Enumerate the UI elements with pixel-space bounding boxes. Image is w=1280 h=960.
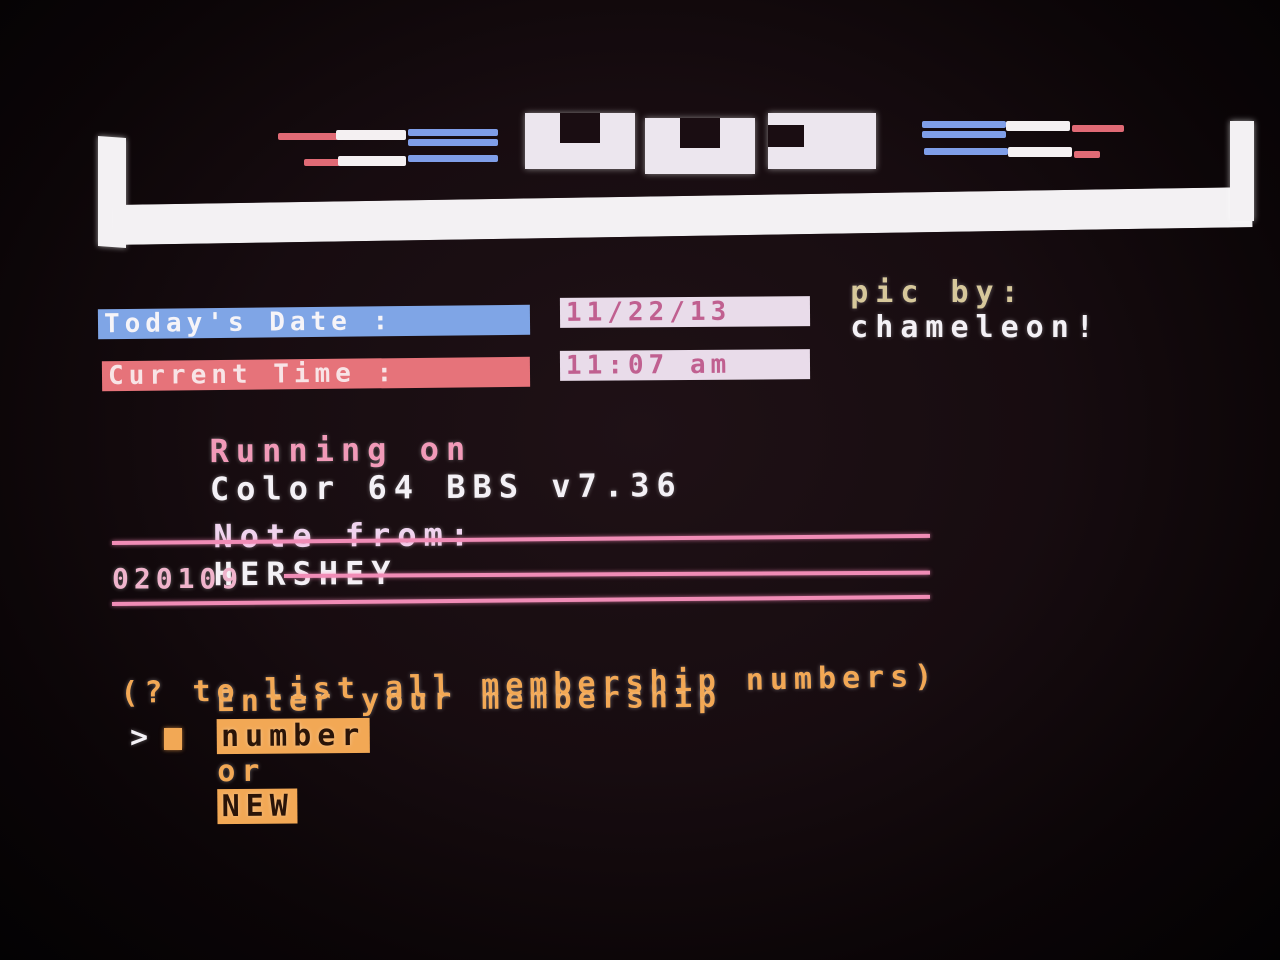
prompt-caret: >	[130, 720, 155, 755]
banner-stripe-left-bottom-blue	[408, 155, 498, 162]
banner-stripe-left-top-blue	[408, 129, 498, 136]
date-value-box: 11/22/13	[559, 296, 811, 328]
note-label: Note from:	[213, 515, 477, 556]
banner-credit-prefix: pic by:	[850, 275, 1026, 310]
bbs-terminal-screen: pic by: chameleon! Today's Date : 11/22/…	[0, 0, 1280, 960]
banner-stripe-right-bottom-blue	[924, 148, 1008, 155]
running-on-prefix: Running on	[209, 429, 473, 471]
banner-stripe-left-bottom-white	[338, 156, 406, 166]
text-cursor	[164, 728, 182, 750]
logo-letter-3-notch	[768, 125, 804, 147]
banner-stripe-left-top-white	[336, 130, 406, 140]
banner-credit-name: chameleon!	[850, 310, 1101, 345]
date-label-box: Today's Date :	[97, 304, 531, 340]
banner-stripe-left-top-blue2	[408, 139, 498, 146]
time-label-box: Current Time :	[101, 356, 531, 392]
banner-frame-bottom-bar	[112, 187, 1252, 245]
note-line: Note from: HERSHEY	[108, 477, 477, 632]
logo-letter-1-notch	[560, 113, 600, 143]
prompt-or: or	[217, 753, 266, 790]
banner-stripe-left-bottom-red	[304, 159, 340, 166]
time-value-box: 11:07 am	[559, 349, 811, 381]
banner-stripe-right-top-blue	[922, 121, 1006, 128]
banner-stripe-right-top-blue2	[922, 131, 1006, 138]
membership-input[interactable]: >	[126, 720, 426, 756]
logo-letter-2-notch	[680, 118, 720, 148]
banner-stripe-right-bottom-red	[1074, 151, 1100, 158]
banner-frame-right-post	[1230, 121, 1254, 221]
banner-stripe-right-bottom-white	[1008, 147, 1072, 157]
prompt-new: NEW	[217, 788, 298, 825]
banner-stripe-right-top-red	[1072, 125, 1124, 132]
note-code: 020109	[112, 562, 244, 595]
banner-stripe-right-top-white	[1006, 121, 1070, 131]
banner-stripe-left-top-red	[278, 133, 338, 140]
